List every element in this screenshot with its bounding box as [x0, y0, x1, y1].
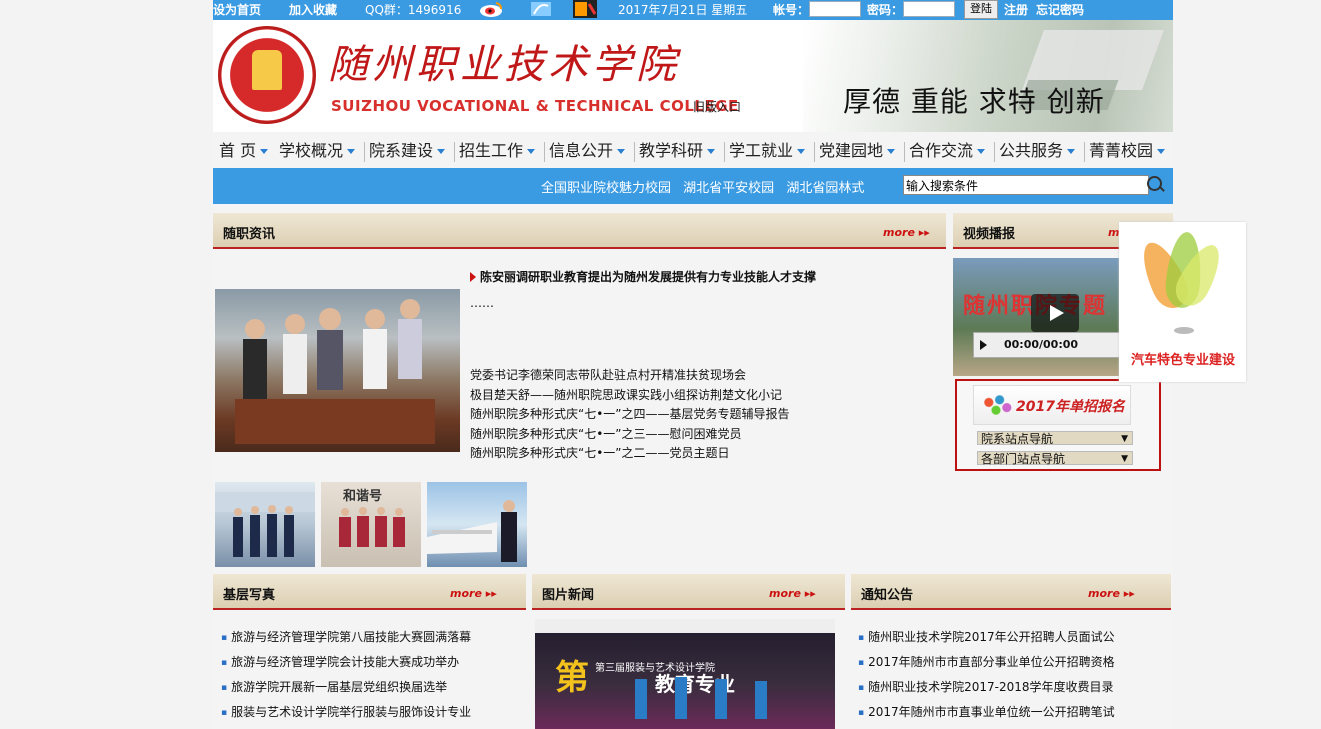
news-headline-link[interactable]: 陈安丽调研职业教育提出为随州发展提供有力专业技能人才支撑 [470, 268, 816, 285]
video-player[interactable]: 随州职院专题 00:00/00:00 [953, 258, 1121, 376]
forgot-password-link[interactable]: 忘记密码 [1036, 3, 1084, 17]
search-bar: 全国职业院校魅力校园 湖北省平安校园 湖北省园林式 [213, 168, 1173, 204]
college-motto: 厚德 重能 求特 创新 [843, 85, 1105, 118]
login-button[interactable]: 登陆 [964, 0, 998, 19]
honor-link-charm-campus[interactable]: 全国职业院校魅力校园 [541, 181, 671, 196]
photo-news-banner-text: 第三届服装与艺术设计学院 [595, 663, 715, 674]
site-header: 随州职业技术学院 SUIZHOU VOCATIONAL & TECHNICAL … [213, 20, 1173, 132]
set-home-link[interactable]: 设为首页 [213, 3, 261, 17]
honor-link-safe-campus[interactable]: 湖北省平安校园 [683, 181, 774, 196]
tencent-weibo-icon[interactable] [529, 0, 555, 18]
main-nav: 首 页 学校概况 院系建设 招生工作 信息公开 教学科研 学工就业 党建园地 合… [213, 138, 1173, 166]
page-wrapper: 设为首页 加入收藏 QQ群：1496916 2017年7月21日 星期五 帐号：… [213, 0, 1173, 729]
search-input[interactable] [903, 175, 1149, 195]
nav-public-service[interactable]: 公共服务 [999, 138, 1076, 164]
play-icon[interactable] [1031, 294, 1079, 332]
nav-departments[interactable]: 院系建设 [369, 138, 446, 164]
video-controls: 00:00/00:00 [973, 332, 1121, 358]
campus-banner: 厚德 重能 求特 创新 [803, 20, 1173, 132]
svg-text:第: 第 [555, 658, 589, 698]
floating-ad-caption: 汽车特色专业建设 [1131, 353, 1236, 368]
grassroots-list: 旅游与经济管理学院第八届技能大赛圆满落幕 旅游与经济管理学院会计技能大赛成功举办… [221, 628, 471, 728]
thumbnail-harmony-train[interactable]: 和谐号 [321, 482, 421, 567]
admission-banner-text: 2017年单招报名 [1016, 399, 1125, 415]
nav-student-employment[interactable]: 学工就业 [729, 138, 806, 164]
notices-more-link[interactable]: more ▸▸ [1088, 587, 1135, 600]
nav-teaching-research[interactable]: 教学科研 [639, 138, 716, 164]
news-item[interactable]: 随州职院多种形式庆“七•一”之三——慰问困难党员 [470, 425, 790, 445]
news-item[interactable]: 党委书记李德荣同志带队赴驻点村开精准扶贫现场会 [470, 366, 790, 386]
password-input[interactable] [903, 1, 955, 17]
video-section-title: 视频播报 [963, 227, 1016, 242]
photo-news-more-link[interactable]: more ▸▸ [769, 587, 816, 600]
dropdown-arrow-icon: ▼ [1121, 454, 1128, 464]
admission-box: 2017年单招报名 院系站点导航 ▼ 各部门站点导航 ▼ [955, 379, 1161, 471]
notice-item[interactable]: 2017年随州市市直事业单位统一公开招聘笔试 [858, 703, 1115, 728]
register-link[interactable]: 注册 [1004, 3, 1028, 17]
college-name-en: SUIZHOU VOCATIONAL & TECHNICAL COLLEGE [331, 97, 739, 115]
news-list: 党委书记李德荣同志带队赴驻点村开精准扶贫现场会 极目楚天舒——随州职院思政课实践… [470, 366, 790, 464]
search-icon[interactable] [1147, 176, 1162, 191]
photo-news-image[interactable]: 第教育专业 第三届服装与艺术设计学院 [535, 619, 835, 729]
nav-info-disclosure[interactable]: 信息公开 [549, 138, 626, 164]
honor-link-garden-campus[interactable]: 湖北省园林式 [786, 181, 864, 196]
notice-item[interactable]: 随州职业技术学院2017年公开招聘人员面试公 [858, 628, 1115, 653]
floating-ad[interactable]: 汽车特色专业建设 [1119, 222, 1246, 382]
grassroots-item[interactable]: 旅游与经济管理学院会计技能大赛成功举办 [221, 653, 471, 678]
notices-section-header: 通知公告 more ▸▸ [851, 574, 1171, 610]
thumbnail-airline[interactable] [215, 482, 315, 567]
news-item[interactable]: 随州职院多种形式庆“七•一”之二——党员主题日 [470, 444, 790, 464]
photo-news-section-title: 图片新闻 [542, 588, 595, 603]
old-version-link[interactable]: 旧版入口 [693, 98, 741, 115]
password-label: 密码： [867, 3, 904, 17]
admission-banner[interactable]: 2017年单招报名 [973, 385, 1131, 425]
nav-admissions[interactable]: 招生工作 [459, 138, 536, 164]
photo-news-section-header: 图片新闻 more ▸▸ [532, 574, 845, 610]
renren-icon[interactable] [573, 0, 599, 18]
add-favorite-link[interactable]: 加入收藏 [289, 3, 337, 17]
play-small-icon[interactable] [980, 340, 987, 350]
video-time: 00:00/00:00 [1004, 338, 1079, 351]
notice-item[interactable]: 随州职业技术学院2017-2018学年度收费目录 [858, 678, 1115, 703]
news-summary-ellipsis: …… [470, 296, 494, 310]
news-more-link[interactable]: more ▸▸ [883, 226, 930, 239]
grassroots-item[interactable]: 服装与艺术设计学院举行服装与服饰设计专业 [221, 703, 471, 728]
honor-links: 全国职业院校魅力校园 湖北省平安校园 湖北省园林式 [541, 177, 872, 196]
notices-list: 随州职业技术学院2017年公开招聘人员面试公 2017年随州市市直部分事业单位公… [858, 628, 1115, 728]
nav-home[interactable]: 首 页 [219, 138, 269, 164]
office-nav-select[interactable]: 各部门站点导航 ▼ [977, 451, 1133, 466]
notices-section-title: 通知公告 [861, 588, 914, 603]
svg-text:和谐号: 和谐号 [343, 488, 382, 504]
nav-cooperation[interactable]: 合作交流 [909, 138, 986, 164]
news-section-header: 随职资讯 more ▸▸ [213, 213, 946, 249]
weibo-icon[interactable] [478, 0, 504, 18]
admission-logo-icon [978, 392, 1014, 418]
department-nav-select[interactable]: 院系站点导航 ▼ [977, 431, 1133, 446]
nav-party-building[interactable]: 党建园地 [819, 138, 896, 164]
dropdown-arrow-icon: ▼ [1121, 434, 1128, 444]
grassroots-item[interactable]: 旅游学院开展新一届基层党组织换届选举 [221, 678, 471, 703]
college-seal-logo[interactable] [218, 26, 316, 124]
news-item[interactable]: 随州职院多种形式庆“七•一”之四——基层党务专题辅导报告 [470, 405, 790, 425]
notice-item[interactable]: 2017年随州市市直部分事业单位公开招聘资格 [858, 653, 1115, 678]
qq-group-text: QQ群：1496916 [365, 3, 462, 17]
nav-campus-life[interactable]: 菁菁校园 [1089, 138, 1166, 164]
grassroots-section-header: 基层写真 more ▸▸ [213, 574, 526, 610]
nav-about[interactable]: 学校概况 [279, 138, 356, 164]
top-bar: 设为首页 加入收藏 QQ群：1496916 2017年7月21日 星期五 帐号：… [213, 0, 1173, 20]
thumbnail-cruise-ship[interactable] [427, 482, 527, 567]
news-section-title: 随职资讯 [223, 227, 276, 242]
grassroots-section-title: 基层写真 [223, 588, 276, 603]
news-photo[interactable] [215, 289, 460, 452]
college-name-cn: 随州职业技术学院 [328, 42, 680, 88]
date-text: 2017年7月21日 星期五 [618, 3, 748, 17]
news-item[interactable]: 极目楚天舒——随州职院思政课实践小组探访荆楚文化小记 [470, 386, 790, 406]
grassroots-more-link[interactable]: more ▸▸ [450, 587, 497, 600]
account-input[interactable] [809, 1, 861, 17]
account-label: 帐号： [773, 3, 810, 17]
grassroots-item[interactable]: 旅游与经济管理学院第八届技能大赛圆满落幕 [221, 628, 471, 653]
